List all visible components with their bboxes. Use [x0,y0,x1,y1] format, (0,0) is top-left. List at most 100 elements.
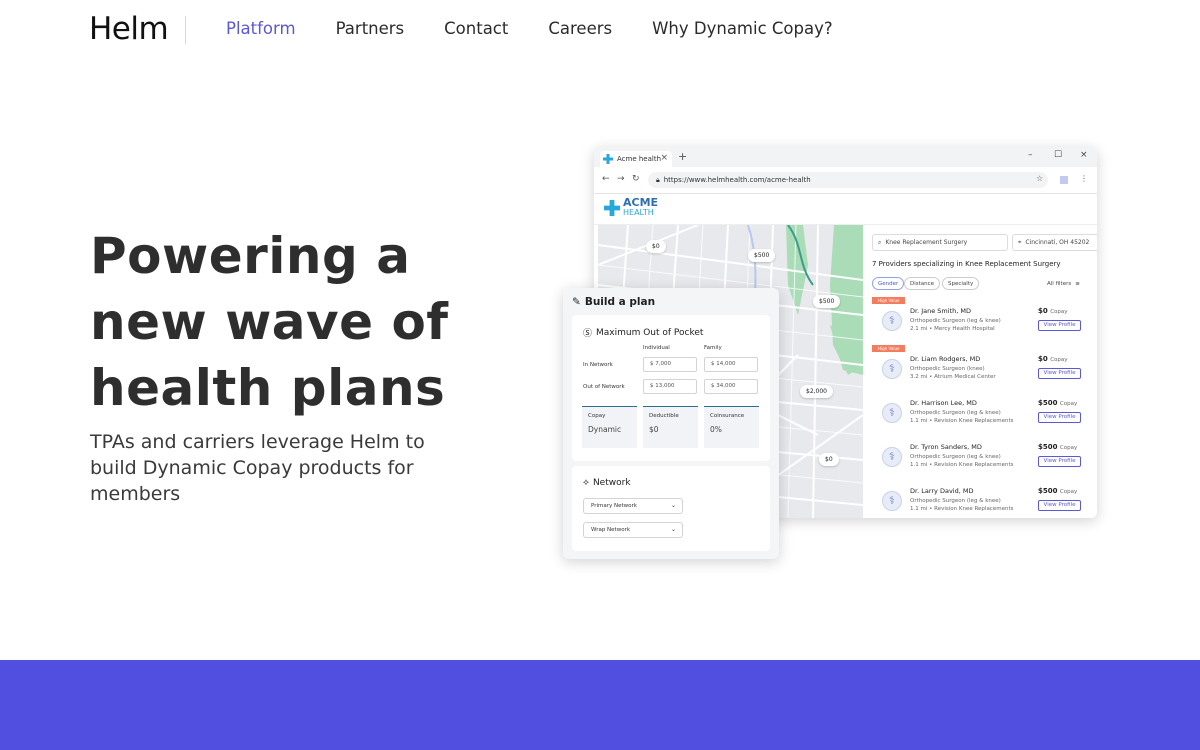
map-pin[interactable]: $500 [748,249,776,262]
view-profile-button[interactable]: View Profile [1038,456,1081,467]
wrap-network-value: Wrap Network [591,527,631,533]
provider-card[interactable]: ⚕ Dr. Tyron Sanders, MD Orthopedic Surge… [872,439,1094,483]
provider-name: Dr. Liam Rodgers, MD [910,355,981,363]
high-value-badge: High Value [872,297,906,304]
max-oop-label: Maximum Out of Pocket [596,327,704,338]
acme-logo: ACME HEALTH [604,197,658,218]
close-icon: × [660,153,668,163]
forward-icon: → [617,174,625,184]
doctor-avatar-icon: ⚕ [882,359,902,379]
provider-specialty: Orthopedic Surgeon (leg & knee) [910,410,1001,416]
provider-name: Dr. Jane Smith, MD [910,307,971,315]
col-family: Family [704,345,722,351]
location-search-input[interactable]: ⌖ Cincinnati, OH 45202 [1012,234,1097,251]
provider-price: $0 Copay [1038,355,1068,363]
browser-urlbar: ← → ↻ 🔒︎ https://www.helmhealth.com/acme… [594,167,1097,194]
filter-chip-gender[interactable]: Gender [872,277,905,290]
location-search-value: Cincinnati, OH 45202 [1025,239,1090,246]
in-network-family-input[interactable]: $ 14,000 [704,357,758,372]
reload-icon: ↻ [632,174,640,184]
provider-card[interactable]: ⚕ Dr. Harrison Lee, MD Orthopedic Surgeo… [872,395,1094,439]
filter-icon: ≡ [1075,280,1080,287]
provider-price: $500 Copay [1038,399,1078,407]
max-oop-section: Ⓢ Maximum Out of Pocket Individual Famil… [572,315,770,461]
nav-link-why-dynamic-copay[interactable]: Why Dynamic Copay? [652,19,833,38]
edit-icon: ✎ [572,296,581,308]
nav-links: Platform Partners Contact Careers Why Dy… [226,19,873,38]
provider-distance: 3.2 mi • Atrium Medical Center [910,374,996,380]
all-filters-label: All filters [1047,280,1072,287]
filter-chip-specialty[interactable]: Specialty [942,277,980,290]
helm-logo[interactable]: Helm [89,11,169,47]
results-count: 7 Providers specializing in Knee Replace… [872,260,1061,268]
provider-results: ⌕ Knee Replacement Surgery ⌖ Cincinnati,… [868,225,1097,518]
primary-network-select[interactable]: Primary Network ⌄ [583,498,683,514]
out-network-label: Out of Network [583,384,625,390]
bottom-band [0,660,1200,750]
provider-specialty: Orthopedic Surgeon (knee) [910,366,985,372]
more-icon: ⋮ [1080,174,1088,183]
out-network-individual-input[interactable]: $ 13,000 [643,379,697,394]
provider-distance: 1.1 mi • Revision Knee Replacements [910,418,1014,424]
chevron-down-icon: ⌄ [670,502,676,509]
view-profile-button[interactable]: View Profile [1038,412,1081,423]
top-nav: Helm Platform Partners Contact Careers W… [0,0,1200,60]
chevron-down-icon: ⌄ [670,526,676,533]
deductible-value: $0 [649,425,659,434]
doctor-avatar-icon: ⚕ [882,311,902,331]
lock-icon: 🔒︎ [656,175,660,184]
out-network-family-input[interactable]: $ 34,000 [704,379,758,394]
provider-specialty: Orthopedic Surgeon (leg & knee) [910,454,1001,460]
high-value-badge: High Value [872,345,906,352]
provider-card[interactable]: High Value ⚕ Dr. Liam Rodgers, MD Orthop… [872,345,1094,395]
copay-label: Copay [588,413,606,419]
col-individual: Individual [643,345,670,351]
browser-tabbar: Acme health × + – ☐ × [594,147,1097,167]
nav-link-partners[interactable]: Partners [336,19,405,38]
nav-link-platform[interactable]: Platform [226,19,296,38]
network-icon: ⟡ [583,478,589,488]
map-pin[interactable]: $500 [813,295,841,308]
provider-name: Dr. Harrison Lee, MD [910,399,977,407]
hero-title: Powering a new wave of health plans [90,227,449,417]
max-oop-title: Ⓢ Maximum Out of Pocket [583,326,704,340]
procedure-search-input[interactable]: ⌕ Knee Replacement Surgery [872,234,1008,251]
build-plan-label: Build a plan [584,296,656,308]
build-plan-title: ✎ Build a plan [572,296,655,308]
provider-distance: 1.1 mi • Revision Knee Replacements [910,506,1014,512]
in-network-label: In Network [583,362,613,368]
view-profile-button[interactable]: View Profile [1038,500,1081,511]
coinsurance-label: Coinsurance [710,413,745,419]
minimize-icon: – [1028,150,1033,160]
filter-chip-distance[interactable]: Distance [904,277,941,290]
primary-network-value: Primary Network [591,503,637,509]
nav-link-careers[interactable]: Careers [548,19,612,38]
copay-stat: Copay Dynamic [582,406,637,448]
provider-card[interactable]: High Value ⚕ Dr. Jane Smith, MD Orthoped… [872,297,1094,347]
extension-icon [1060,176,1068,184]
tab-title: Acme health [617,155,662,163]
map-pin[interactable]: $0 [819,453,839,466]
in-network-individual-input[interactable]: $ 7,000 [643,357,697,372]
nav-link-contact[interactable]: Contact [444,19,508,38]
dollar-icon: Ⓢ [583,329,593,339]
hero-subtitle: TPAs and carriers leverage Helm to build… [90,431,425,505]
map-pin[interactable]: $0 [646,240,666,253]
coinsurance-value: 0% [710,425,722,434]
wrap-network-select[interactable]: Wrap Network ⌄ [583,522,683,538]
coinsurance-stat: Coinsurance 0% [704,406,759,448]
network-section: ⟡ Network Primary Network ⌄ Wrap Network… [572,466,770,551]
url-field: 🔒︎ https://www.helmhealth.com/acme-healt… [648,172,1048,188]
provider-card[interactable]: ⚕ Dr. Larry David, MD Orthopedic Surgeon… [872,483,1094,518]
view-profile-button[interactable]: View Profile [1038,368,1081,379]
map-pin[interactable]: $2,000 [800,385,833,398]
acme-site-header: ACME HEALTH [594,194,1097,225]
provider-specialty: Orthopedic Surgeon (leg & knee) [910,318,1001,324]
view-profile-button[interactable]: View Profile [1038,320,1081,331]
acme-cross-icon [604,200,620,216]
network-label: Network [592,478,631,488]
procedure-search-value: Knee Replacement Surgery [885,239,968,246]
all-filters-button[interactable]: All filters ≡ [1042,277,1085,290]
provider-name: Dr. Tyron Sanders, MD [910,443,982,451]
network-title: ⟡ Network [583,478,631,488]
